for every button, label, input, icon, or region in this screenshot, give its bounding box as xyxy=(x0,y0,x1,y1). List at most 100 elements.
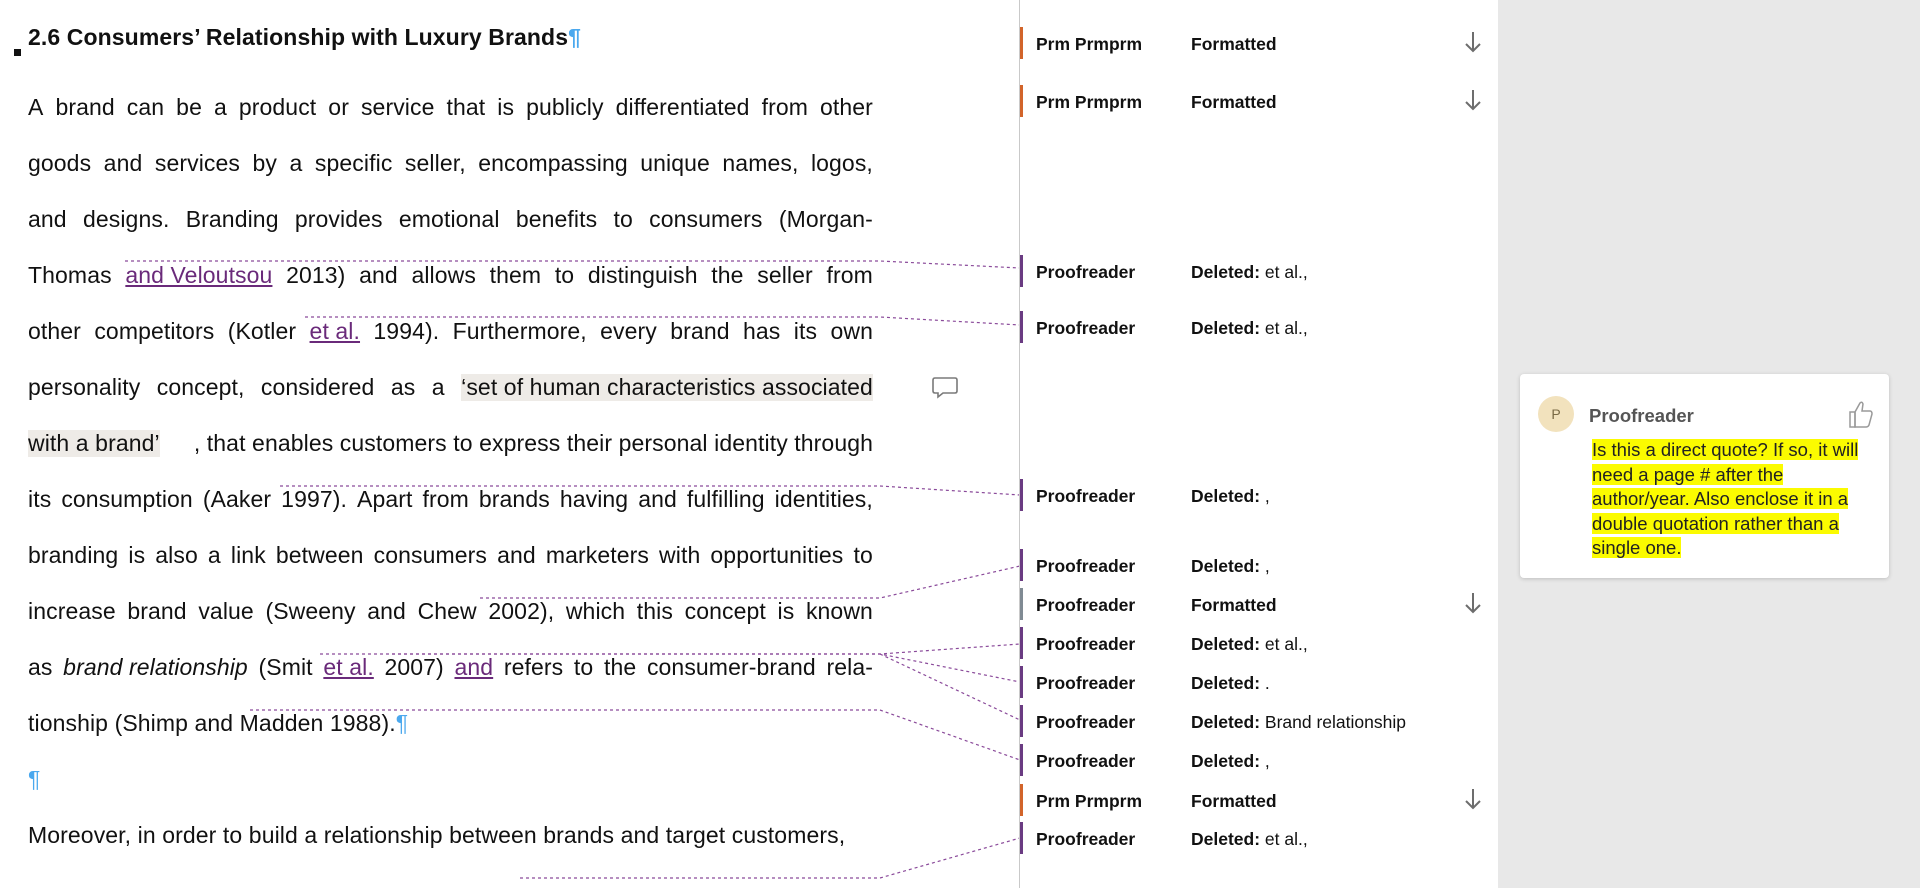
arrow-down-icon[interactable] xyxy=(1463,591,1483,615)
revision-pane[interactable]: Prm Prmprm Formatted Prm Prmprm Formatted Pr… xyxy=(1020,0,1498,888)
comment-text: Is this a direct quote? If so, it will n… xyxy=(1592,439,1859,558)
revision-balloon[interactable]: Proofreader Deleted: et al., xyxy=(1020,254,1498,288)
word: marketers xyxy=(545,542,649,568)
revision-detail: . xyxy=(1260,673,1270,693)
word: by xyxy=(252,150,278,176)
revision-author: Proofreader xyxy=(1036,556,1136,576)
revision-bar xyxy=(1020,784,1023,816)
arrow-down-icon[interactable] xyxy=(1463,30,1483,54)
document-page[interactable]: 2.6 Consumers’ Relationship with Luxury … xyxy=(0,0,1020,888)
word: or xyxy=(328,94,349,120)
word: publicly xyxy=(526,94,604,120)
heading-marker xyxy=(14,49,21,56)
revision-balloon[interactable]: Proofreader Deleted: , xyxy=(1020,478,1498,512)
word: known xyxy=(805,598,873,624)
paragraph-2-text: Moreover, in order to build a relationsh… xyxy=(28,822,846,848)
revision-balloon[interactable]: Proofreader Deleted: , xyxy=(1020,548,1498,582)
word: seller, xyxy=(404,150,466,176)
word: from xyxy=(826,262,873,288)
revision-action: Deleted: Brand relationship xyxy=(1191,712,1406,733)
revision-connector xyxy=(480,565,1020,599)
revision-detail: et al., xyxy=(1260,262,1308,282)
word: brand xyxy=(670,318,730,344)
word: a xyxy=(431,374,445,400)
revision-action: Formatted xyxy=(1191,595,1277,616)
revision-type: Formatted xyxy=(1191,92,1277,112)
word: , that enables customers to express thei… xyxy=(193,430,873,456)
word: link xyxy=(230,542,266,568)
word: which xyxy=(565,598,626,624)
text-line: goods and services by a specific seller, encomp… xyxy=(28,150,873,177)
revision-balloon[interactable]: Proofreader Deleted: Brand relationship xyxy=(1020,704,1498,738)
text-line: personality concept, considered as a ‘set of … xyxy=(28,374,873,401)
word: ‘set of human characteristics associated xyxy=(461,374,873,401)
word: consumers xyxy=(649,206,763,232)
revision-connector xyxy=(320,643,1020,655)
revision-type: Deleted: xyxy=(1191,673,1261,693)
revision-type: Deleted: xyxy=(1191,634,1261,654)
paragraph-mark: ¶ xyxy=(28,766,41,792)
revision-type: Deleted: xyxy=(1191,556,1261,576)
word: and xyxy=(497,542,536,568)
revision-type: Deleted: xyxy=(1191,318,1261,338)
revision-balloon[interactable]: Proofreader Deleted: et al., xyxy=(1020,310,1498,344)
word: Thomas xyxy=(28,262,112,288)
comment-icon[interactable] xyxy=(932,376,958,400)
arrow-down-icon[interactable] xyxy=(1463,787,1483,811)
word: 2013) xyxy=(286,262,346,288)
word: logos, xyxy=(810,150,873,176)
revision-balloon[interactable]: Proofreader Deleted: . xyxy=(1020,665,1498,699)
revision-action: Deleted: et al., xyxy=(1191,829,1308,850)
revision-balloon[interactable]: Proofreader Deleted: , xyxy=(1020,743,1498,777)
revision-balloon[interactable]: Proofreader Deleted: et al., xyxy=(1020,626,1498,660)
revision-balloon[interactable]: Prm Prmprm Formatted xyxy=(1020,84,1498,118)
word: et al. xyxy=(309,318,361,344)
revision-type: Deleted: xyxy=(1191,262,1261,282)
text-line: branding is also a link between consumers and ma… xyxy=(28,542,873,569)
text-line: Abrand can be a product or service that is public… xyxy=(28,94,873,121)
arrow-down-icon[interactable] xyxy=(1463,88,1483,112)
word: can xyxy=(126,94,165,120)
revision-detail: , xyxy=(1260,486,1270,506)
word: rela- xyxy=(826,654,873,680)
word: other xyxy=(28,318,81,344)
revision-action: Deleted: . xyxy=(1191,673,1270,694)
comment-card[interactable]: P Proofreader Is this a direct quote? If… xyxy=(1520,374,1889,578)
word: consumer-brand xyxy=(646,654,816,680)
word: brands xyxy=(478,486,550,512)
revision-bar xyxy=(1020,255,1023,287)
revision-bar xyxy=(1020,666,1023,698)
revision-action: Deleted: et al., xyxy=(1191,262,1308,283)
revision-balloon[interactable]: Proofreader Deleted: et al., xyxy=(1020,821,1498,855)
word: consumers xyxy=(373,542,487,568)
word: brand relationship xyxy=(63,654,248,680)
paragraph-2-line[interactable]: Moreover, in order to build a relationsh… xyxy=(28,822,873,849)
revision-action: Deleted: et al., xyxy=(1191,318,1308,339)
revision-type: Formatted xyxy=(1191,595,1277,615)
thumbs-up-icon[interactable] xyxy=(1848,400,1874,428)
revision-bar xyxy=(1020,822,1023,854)
revision-balloon[interactable]: Prm Prmprm Formatted xyxy=(1020,26,1498,60)
revision-connector xyxy=(879,653,1020,721)
word: and xyxy=(359,262,398,288)
revision-balloon[interactable]: Prm Prmprm Formatted xyxy=(1020,783,1498,817)
heading-text: 2.6 Consumers’ Relationship with Luxury … xyxy=(28,24,569,50)
word: A xyxy=(28,94,44,120)
word: services xyxy=(154,150,241,176)
revision-bar xyxy=(1020,311,1023,343)
word: also xyxy=(155,542,198,568)
revision-detail: Brand relationship xyxy=(1260,712,1406,732)
word: considered xyxy=(260,374,375,400)
word: emotional xyxy=(398,206,500,232)
revision-bar xyxy=(1020,705,1023,737)
word: and xyxy=(638,486,677,512)
revision-balloon[interactable]: Proofreader Formatted xyxy=(1020,587,1498,621)
word: to xyxy=(554,262,575,288)
revision-action: Deleted: , xyxy=(1191,556,1270,577)
word: increase xyxy=(28,598,116,624)
word: and xyxy=(454,654,494,680)
word: differentiated xyxy=(615,94,750,120)
word: unique xyxy=(640,150,710,176)
word: Furthermore, xyxy=(452,318,587,344)
word: (Kotler xyxy=(227,318,297,344)
